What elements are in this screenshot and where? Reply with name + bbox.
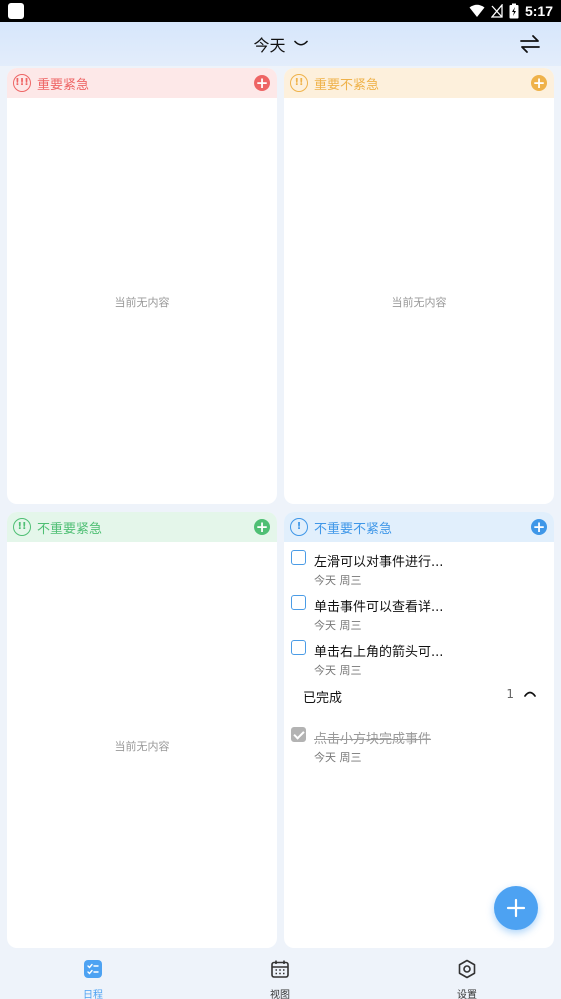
empty-text: 当前无内容 [391,296,447,309]
task-list: 左滑可以对事件进行... 今天 周三 单击事件可以查看详... 今天 周三 单击… [290,546,548,768]
quadrant-title: 重要紧急 [37,77,90,93]
nav-item-schedule[interactable]: 日程 [63,959,123,999]
empty-text: 当前无内容 [114,740,170,753]
swap-arrows-icon[interactable] [519,33,541,55]
settings-icon [458,959,476,979]
completed-label: 已完成 [303,691,343,706]
chevron-up-icon[interactable] [524,689,536,699]
nav-label: 设置 [457,990,477,999]
task-date: 今天 周三 [314,619,362,632]
calendar-icon [271,960,289,978]
status-time: 5:17 [524,3,553,19]
top-header: 今天 [0,22,561,66]
quadrant-header: ! 不重要不紧急 + [284,512,554,542]
add-button[interactable]: + [254,75,270,91]
quadrant-not-important-not-urgent[interactable]: ! 不重要不紧急 + 左滑可以对事件进行... 今天 周三 单击事件可以查看详.… [284,512,554,948]
empty-text: 当前无内容 [114,296,170,309]
task-title: 单击右上角的箭头可... [314,645,444,660]
schedule-icon [84,960,102,978]
task-checkbox[interactable] [291,550,306,565]
plus-icon [506,898,526,918]
task-item[interactable]: 单击右上角的箭头可... 今天 周三 [290,636,548,681]
quadrant-header: !!! 重要紧急 + [7,68,277,98]
alert-double-icon: !! [13,518,31,536]
task-title: 单击事件可以查看详... [314,600,444,615]
task-title: 左滑可以对事件进行... [314,555,444,570]
alert-double-icon: !! [290,74,308,92]
header-title: 今天 [253,36,286,55]
add-button[interactable]: + [254,519,270,535]
add-button[interactable]: + [531,519,547,535]
no-signal-icon [490,4,503,18]
task-title: 点击小方块完成事件 [314,732,432,747]
add-task-fab[interactable] [494,886,538,930]
chevron-down-icon [293,40,308,46]
nav-item-view[interactable]: 视图 [250,959,310,999]
nav-item-settings[interactable]: 设置 [437,959,497,999]
quadrant-title: 不重要紧急 [37,521,103,537]
alert-single-icon: ! [290,518,308,536]
battery-charging-icon [509,3,519,19]
app-notification-icon [8,3,24,19]
quadrant-title: 不重要不紧急 [314,521,393,537]
nav-label: 日程 [83,990,103,999]
bottom-nav: 日程 视图 设置 [0,953,561,999]
date-selector[interactable]: 今天 [0,22,561,66]
quadrant-header: !! 重要不紧急 + [284,68,554,98]
quadrant-important-not-urgent[interactable]: !! 重要不紧急 + 当前无内容 [284,68,554,504]
task-item[interactable]: 左滑可以对事件进行... 今天 周三 [290,546,548,591]
completed-count: 1 [506,687,514,701]
quadrant-not-important-urgent[interactable]: !! 不重要紧急 + 当前无内容 [7,512,277,948]
task-checkbox[interactable] [291,640,306,655]
task-date: 今天 周三 [314,664,362,677]
quadrant-important-urgent[interactable]: !!! 重要紧急 + 当前无内容 [7,68,277,504]
status-bar: 5:17 [0,0,561,22]
task-checkbox-checked[interactable] [291,727,306,742]
completed-task-item[interactable]: 点击小方块完成事件 今天 周三 [290,723,548,768]
alert-triple-icon: !!! [13,74,31,92]
task-item[interactable]: 单击事件可以查看详... 今天 周三 [290,591,548,636]
task-date: 今天 周三 [314,751,362,764]
wifi-icon [469,4,485,17]
add-button[interactable]: + [531,75,547,91]
completed-section-header[interactable]: 已完成 1 [290,681,548,717]
task-date: 今天 周三 [314,574,362,587]
task-checkbox[interactable] [291,595,306,610]
quadrant-title: 重要不紧急 [314,77,380,93]
nav-label: 视图 [270,990,290,999]
quadrant-header: !! 不重要紧急 + [7,512,277,542]
status-icons: 5:17 [469,0,553,22]
